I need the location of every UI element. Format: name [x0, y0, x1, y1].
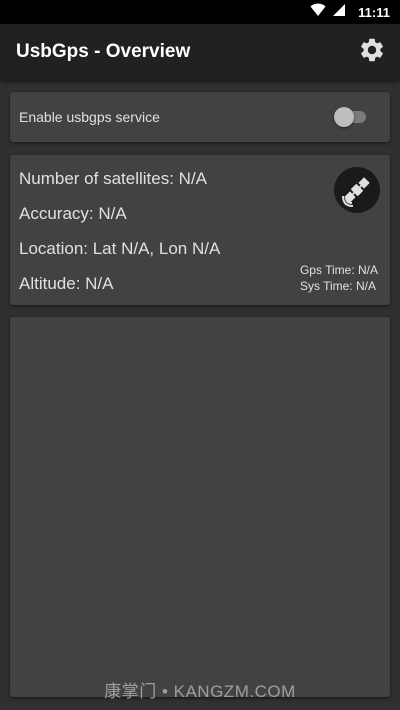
- signal-icon: [332, 3, 346, 22]
- location-text: Location: Lat N/A, Lon N/A: [19, 239, 221, 258]
- service-toggle[interactable]: [334, 107, 368, 127]
- screen: 11:11 UsbGps - Overview Enable usbgps se…: [0, 0, 400, 710]
- accuracy-text: Accuracy: N/A: [19, 204, 127, 223]
- gps-info-card: Number of satellites: N/A Accuracy: N/A …: [10, 155, 390, 305]
- app-bar: UsbGps - Overview: [0, 24, 400, 80]
- service-card: Enable usbgps service: [10, 92, 390, 142]
- satellite-icon: [334, 167, 380, 213]
- wifi-icon: [310, 3, 326, 22]
- watermark-text: 康掌门 • KANGZM.COM: [104, 682, 296, 701]
- service-label: Enable usbgps service: [19, 109, 160, 125]
- status-time: 11:11: [358, 4, 390, 20]
- map-panel: [10, 317, 390, 697]
- altitude-text: Altitude: N/A: [19, 274, 114, 293]
- time-block: Gps Time: N/A Sys Time: N/A: [300, 262, 378, 294]
- gps-time-text: Gps Time: N/A: [299, 263, 378, 277]
- page-title: UsbGps - Overview: [16, 41, 191, 62]
- gear-icon: [358, 36, 386, 69]
- satellites-text: Number of satellites: N/A: [19, 169, 208, 188]
- status-bar: 11:11: [0, 0, 400, 24]
- settings-button[interactable]: [352, 32, 392, 72]
- sys-time-text: Sys Time: N/A: [299, 279, 376, 293]
- status-icons: 11:11: [310, 3, 400, 22]
- toggle-thumb: [334, 107, 354, 127]
